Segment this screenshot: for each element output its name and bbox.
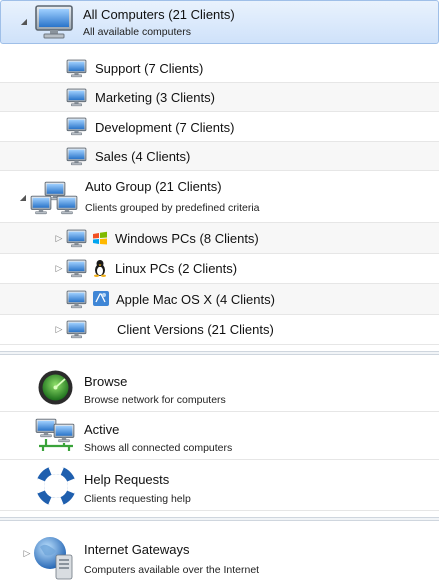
- lifebuoy-icon: [37, 467, 75, 505]
- monitor-icon: [66, 229, 87, 248]
- tree-item-label: Support (7 Clients): [95, 61, 204, 76]
- windows-logo-icon: [93, 231, 107, 245]
- tree-item-label: Client Versions (21 Clients): [117, 322, 274, 337]
- expanded-arrow-icon[interactable]: ◢: [19, 17, 29, 27]
- tree-item-auto-group[interactable]: ◢ Auto Group (21 Clients) Clients groupe…: [0, 171, 439, 223]
- tree-item-label: Development (7 Clients): [95, 120, 235, 135]
- tree-item-subtitle: Computers available over the Internet: [84, 564, 260, 576]
- linux-tux-icon: [94, 260, 106, 277]
- tree-item-client-versions[interactable]: ▷ Client Versions (21 Clients): [0, 315, 439, 345]
- section-divider: [0, 517, 439, 521]
- monitor-icon: [66, 290, 87, 309]
- tree-item-all-computers[interactable]: ◢ All Computers (21 Clients) All availab…: [0, 0, 439, 44]
- tree-item-title: Active: [84, 422, 120, 437]
- radar-browse-icon: [38, 370, 73, 405]
- monitor-icon: [66, 117, 87, 136]
- monitor-icon: [66, 320, 87, 339]
- tree-item-active[interactable]: Active Shows all connected computers: [0, 412, 439, 460]
- section-divider: [0, 351, 439, 355]
- network-active-icon: [35, 418, 75, 451]
- monitor-icon: [66, 59, 87, 78]
- tree-item-title: All Computers (21 Clients): [83, 7, 235, 22]
- monitor-group-icon: [30, 181, 78, 215]
- tree-item-development[interactable]: Development (7 Clients): [0, 112, 439, 142]
- tree-item-subtitle: Browse network for computers: [84, 394, 226, 406]
- tree-item-subtitle: Clients requesting help: [84, 493, 191, 505]
- monitor-icon: [66, 88, 87, 107]
- globe-server-icon: [34, 537, 73, 580]
- tree-item-label: Marketing (3 Clients): [95, 90, 215, 105]
- monitor-large-icon: [34, 3, 74, 41]
- tree-item-windows-pcs[interactable]: ▷ Windows PCs (8 Clients): [0, 223, 439, 254]
- tree-item-title: Help Requests: [84, 472, 170, 487]
- tree-item-label: Apple Mac OS X (4 Clients): [116, 292, 275, 307]
- apple-mac-icon: [93, 291, 109, 306]
- computer-tree: ◢ All Computers (21 Clients) All availab…: [0, 0, 439, 582]
- tree-item-help-requests[interactable]: Help Requests Clients requesting help: [0, 460, 439, 511]
- tree-item-apple-mac[interactable]: Apple Mac OS X (4 Clients): [0, 284, 439, 315]
- tree-item-title: Internet Gateways: [84, 542, 190, 557]
- tree-item-title: Auto Group (21 Clients): [85, 179, 222, 194]
- collapsed-arrow-icon[interactable]: ▷: [54, 263, 64, 273]
- collapsed-arrow-icon[interactable]: ▷: [54, 324, 64, 334]
- tree-item-browse[interactable]: Browse Browse network for computers: [0, 364, 439, 412]
- collapsed-arrow-icon[interactable]: ▷: [22, 548, 32, 558]
- tree-item-label: Sales (4 Clients): [95, 149, 191, 164]
- monitor-icon: [66, 259, 87, 278]
- tree-item-subtitle: Clients grouped by predefined criteria: [85, 202, 260, 214]
- tree-item-label: Linux PCs (2 Clients): [115, 261, 238, 276]
- tree-item-label: Windows PCs (8 Clients): [115, 231, 259, 246]
- tree-item-support[interactable]: Support (7 Clients): [0, 54, 439, 83]
- tree-item-subtitle: All available computers: [83, 26, 191, 38]
- tree-item-title: Browse: [84, 374, 128, 389]
- collapsed-arrow-icon[interactable]: ▷: [54, 233, 64, 243]
- tree-item-internet-gateways[interactable]: ▷ Internet Gateways Computers available …: [0, 531, 439, 582]
- expanded-arrow-icon[interactable]: ◢: [18, 193, 28, 203]
- tree-item-sales[interactable]: Sales (4 Clients): [0, 142, 439, 171]
- monitor-icon: [66, 147, 87, 166]
- tree-item-subtitle: Shows all connected computers: [84, 442, 233, 454]
- tree-item-linux-pcs[interactable]: ▷ Linux PCs (2 Clients): [0, 254, 439, 284]
- tree-item-marketing[interactable]: Marketing (3 Clients): [0, 83, 439, 112]
